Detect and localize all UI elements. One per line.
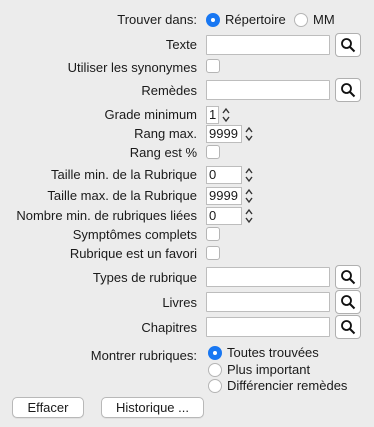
radio-repertoire[interactable] (206, 13, 220, 27)
symptomes-checkbox[interactable] (206, 227, 220, 241)
search-icon (341, 270, 356, 285)
rang-pct-label: Rang est % (129, 145, 197, 160)
historique-button[interactable]: Historique ... (101, 397, 204, 418)
taille-max-label: Taille max. de la Rubrique (47, 188, 197, 203)
stepper-icon[interactable] (220, 105, 232, 125)
radio-repertoire-label: Répertoire (225, 12, 286, 27)
types-input[interactable] (206, 267, 330, 287)
search-icon (341, 320, 356, 335)
radio-toutes-trouvees-label: Toutes trouvées (227, 345, 319, 360)
types-label: Types de rubrique (92, 270, 197, 285)
remedes-label: Remèdes (141, 83, 197, 98)
radio-mm[interactable] (294, 13, 308, 27)
texte-input[interactable] (206, 35, 330, 55)
grade-min-field[interactable]: 1 (206, 106, 219, 124)
symptomes-label: Symptômes complets (72, 227, 197, 242)
montrer-label: Montrer rubriques: (90, 348, 197, 363)
radio-plus-important-label: Plus important (227, 362, 311, 377)
stepper-icon[interactable] (243, 206, 255, 226)
rang-pct-checkbox[interactable] (206, 145, 220, 159)
grade-min-label: Grade minimum (104, 107, 197, 122)
texte-label: Texte (165, 37, 197, 52)
favori-label: Rubrique est un favori (69, 246, 197, 261)
texte-search-button[interactable] (335, 33, 361, 57)
taille-min-field[interactable]: 0 (206, 166, 242, 184)
taille-max-field[interactable]: 9999 (206, 187, 242, 205)
radio-mm-label: MM (313, 12, 335, 27)
favori-checkbox[interactable] (206, 246, 220, 260)
types-search-button[interactable] (335, 265, 361, 289)
stepper-icon[interactable] (243, 186, 255, 206)
remedes-search-button[interactable] (335, 78, 361, 102)
radio-toutes-trouvees[interactable] (208, 346, 222, 360)
stepper-icon[interactable] (243, 124, 255, 144)
nombre-min-label: Nombre min. de rubriques liées (16, 208, 197, 223)
radio-plus-important[interactable] (208, 363, 222, 377)
livres-label: Livres (162, 295, 197, 310)
search-icon (341, 83, 356, 98)
remedes-input[interactable] (206, 80, 330, 100)
synonymes-label: Utiliser les synonymes (67, 60, 197, 75)
stepper-icon[interactable] (243, 165, 255, 185)
chapitres-label: Chapitres (141, 320, 197, 335)
chapitres-input[interactable] (206, 317, 330, 337)
search-icon (341, 295, 356, 310)
search-icon (341, 38, 356, 53)
effacer-button[interactable]: Effacer (12, 397, 84, 418)
taille-min-label: Taille min. de la Rubrique (51, 167, 197, 182)
nombre-min-field[interactable]: 0 (206, 207, 242, 225)
radio-differencier-remedes-label: Différencier remèdes (227, 378, 348, 393)
rang-max-field[interactable]: 9999 (206, 125, 242, 143)
find-in-label: Trouver dans: (117, 12, 197, 27)
livres-input[interactable] (206, 292, 330, 312)
livres-search-button[interactable] (335, 290, 361, 314)
chapitres-search-button[interactable] (335, 315, 361, 339)
synonymes-checkbox[interactable] (206, 59, 220, 73)
radio-differencier-remedes[interactable] (208, 379, 222, 393)
rang-max-label: Rang max. (134, 126, 197, 141)
